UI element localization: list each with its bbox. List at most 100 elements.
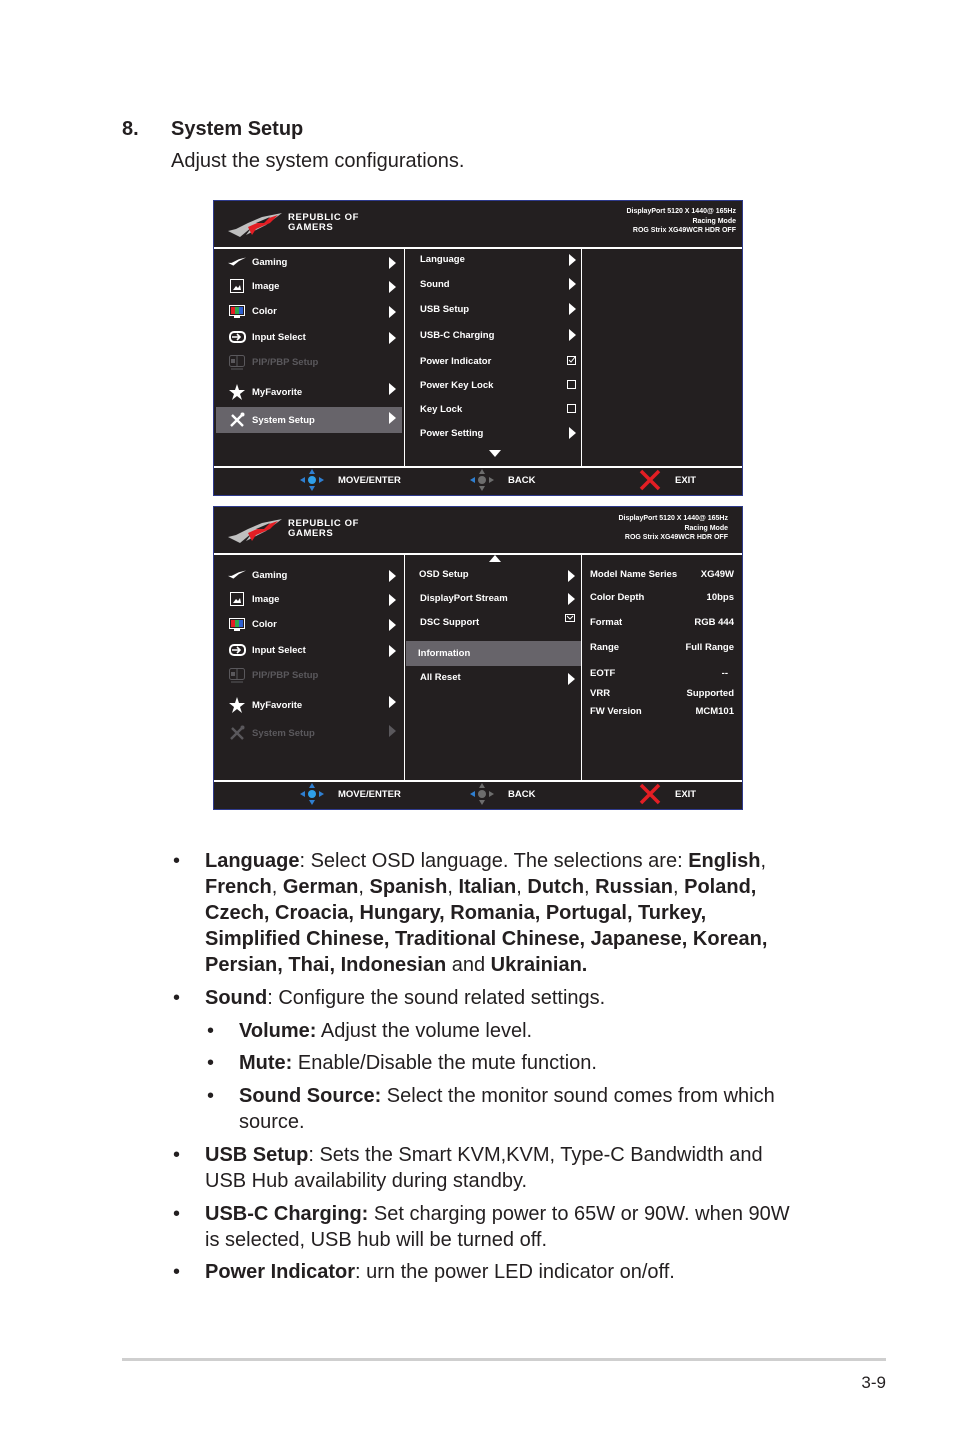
submenu-label: Sound [420, 278, 450, 290]
main-menu-gaming[interactable]: Gaming [216, 564, 402, 586]
chevron-right-icon [389, 725, 396, 737]
rog-icon [228, 254, 246, 270]
info-value: Supported [686, 688, 735, 699]
bullet-sound: • Sound: Configure the sound related set… [173, 985, 845, 1011]
footer-label: BACK [508, 788, 536, 800]
submenu-power-setting[interactable]: Power Setting [420, 422, 483, 444]
submenu-label: USB Setup [420, 303, 470, 315]
brand-text: REPUBLIC OF GAMERS [288, 213, 359, 233]
submenu-information[interactable]: Information [406, 641, 581, 666]
bullet-text: : Configure the sound related settings. [267, 987, 606, 1009]
checkbox-icon[interactable] [567, 380, 576, 389]
language-option: English [688, 850, 761, 872]
bullet-text: Select the monitor sound comes from whic… [381, 1085, 775, 1107]
checkbox-checked-icon[interactable] [567, 356, 576, 365]
exit-button[interactable]: EXIT [639, 465, 696, 495]
chevron-right-icon [568, 570, 575, 582]
bullet-term: Language [205, 850, 300, 872]
language-options: Persian, Thai, Indonesian [205, 954, 447, 976]
bullet-dot: • [173, 1203, 181, 1225]
bullet-dot: • [173, 1144, 181, 1166]
main-menu-system-setup[interactable]: System Setup [216, 407, 402, 433]
bullet-dot: • [207, 1052, 215, 1074]
bullet-term: Power Indicator [205, 1261, 356, 1283]
submenu-label: Key Lock [420, 403, 463, 415]
bullet-usbc-charging: • USB-C Charging: Set charging power to … [173, 1201, 865, 1253]
info-row-range: Range Full Range [590, 642, 734, 653]
main-menu-myfavorite[interactable]: MyFavorite [216, 381, 402, 403]
main-menu-color[interactable]: Color [216, 613, 402, 635]
submenu-all-reset[interactable]: All Reset [420, 666, 461, 688]
footer-label: MOVE/ENTER [338, 474, 401, 486]
move-enter-button[interactable]: MOVE/ENTER [300, 465, 401, 495]
rog-logo-icon [228, 213, 282, 237]
exit-button[interactable]: EXIT [639, 779, 696, 809]
back-button[interactable]: BACK [470, 779, 535, 809]
joystick-back-icon [470, 783, 494, 805]
submenu-usb-setup[interactable]: USB Setup [420, 298, 469, 320]
footer-rule [122, 1358, 886, 1361]
status-resolution: DisplayPort 5120 X 1440@ 165Hz [626, 208, 736, 215]
rog-icon [228, 567, 246, 583]
submenu-power-indicator[interactable]: Power Indicator [420, 350, 491, 372]
footer-label: EXIT [675, 788, 697, 800]
color-icon [228, 303, 246, 319]
bullet-dot: • [207, 1020, 215, 1042]
bullet-dot: • [173, 1261, 181, 1283]
bullet-text: : Select OSD language. The selections ar… [299, 850, 689, 872]
chevron-right-icon [569, 278, 576, 290]
info-key: Color Depth [590, 592, 645, 603]
main-menu-image[interactable]: Image [216, 275, 402, 297]
bullet-text: is selected, USB hub will be turned off. [205, 1229, 548, 1251]
back-button[interactable]: BACK [470, 465, 535, 495]
osd-header: REPUBLIC OF GAMERS DisplayPort 5120 X 14… [214, 507, 742, 553]
checkbox-checked-icon[interactable] [565, 614, 575, 622]
main-menu-color[interactable]: Color [216, 300, 402, 322]
bullet-language: • Language: Select OSD language. The sel… [173, 848, 845, 978]
pip-icon [228, 354, 246, 370]
section-number: 8. [122, 118, 139, 140]
scroll-down-icon[interactable] [489, 450, 501, 457]
main-menu-input-select[interactable]: Input Select [216, 639, 402, 661]
submenu-power-key-lock[interactable]: Power Key Lock [420, 374, 493, 396]
language-options: Czech, Croacia, Hungary, Romania, Portug… [205, 902, 707, 924]
checkbox-icon[interactable] [567, 404, 576, 413]
info-value: Full Range [685, 642, 734, 653]
submenu-label: USB-C Charging [420, 329, 495, 341]
star-icon [228, 384, 246, 400]
bullet-text: source. [239, 1111, 305, 1133]
footer-label: BACK [508, 474, 536, 486]
main-menu-myfavorite[interactable]: MyFavorite [216, 694, 402, 716]
submenu-key-lock[interactable]: Key Lock [420, 398, 462, 420]
footer-label: MOVE/ENTER [338, 788, 401, 800]
chevron-right-icon [569, 303, 576, 315]
chevron-right-icon [569, 254, 576, 266]
bullet-term: Sound Source: [239, 1085, 382, 1107]
submenu-label: Information [418, 648, 471, 659]
status-model: ROG Strix XG49WCR HDR OFF [624, 534, 728, 541]
submenu-displayport-stream[interactable]: DisplayPort Stream [420, 587, 508, 609]
osd-screenshot-system-setup: REPUBLIC OF GAMERS DisplayPort 5120 X 14… [213, 200, 743, 496]
joystick-move-icon [300, 469, 324, 491]
chevron-right-icon [389, 257, 396, 269]
chevron-right-icon [389, 570, 396, 582]
main-menu-image[interactable]: Image [216, 588, 402, 610]
bullet-dot: • [173, 987, 181, 1009]
chevron-right-icon [389, 594, 396, 606]
chevron-right-icon [569, 427, 576, 439]
main-menu-input-select[interactable]: Input Select [216, 326, 402, 348]
scroll-up-icon[interactable] [489, 555, 501, 562]
close-icon [639, 783, 661, 805]
sub-bullet-volume: • Volume: Adjust the volume level. [207, 1018, 839, 1044]
submenu-language[interactable]: Language [420, 248, 465, 270]
submenu-usbc-charging[interactable]: USB-C Charging [420, 324, 494, 346]
menu-label: MyFavorite [252, 386, 303, 398]
language-option: French [205, 876, 272, 898]
submenu-dsc-support[interactable]: DSC Support [420, 611, 479, 633]
main-menu-gaming[interactable]: Gaming [216, 251, 402, 273]
submenu-sound[interactable]: Sound [420, 273, 450, 295]
main-menu-system-setup[interactable]: System Setup [216, 722, 402, 744]
menu-label: MyFavorite [252, 699, 303, 711]
move-enter-button[interactable]: MOVE/ENTER [300, 779, 401, 809]
submenu-osd-setup[interactable]: OSD Setup [419, 563, 469, 585]
